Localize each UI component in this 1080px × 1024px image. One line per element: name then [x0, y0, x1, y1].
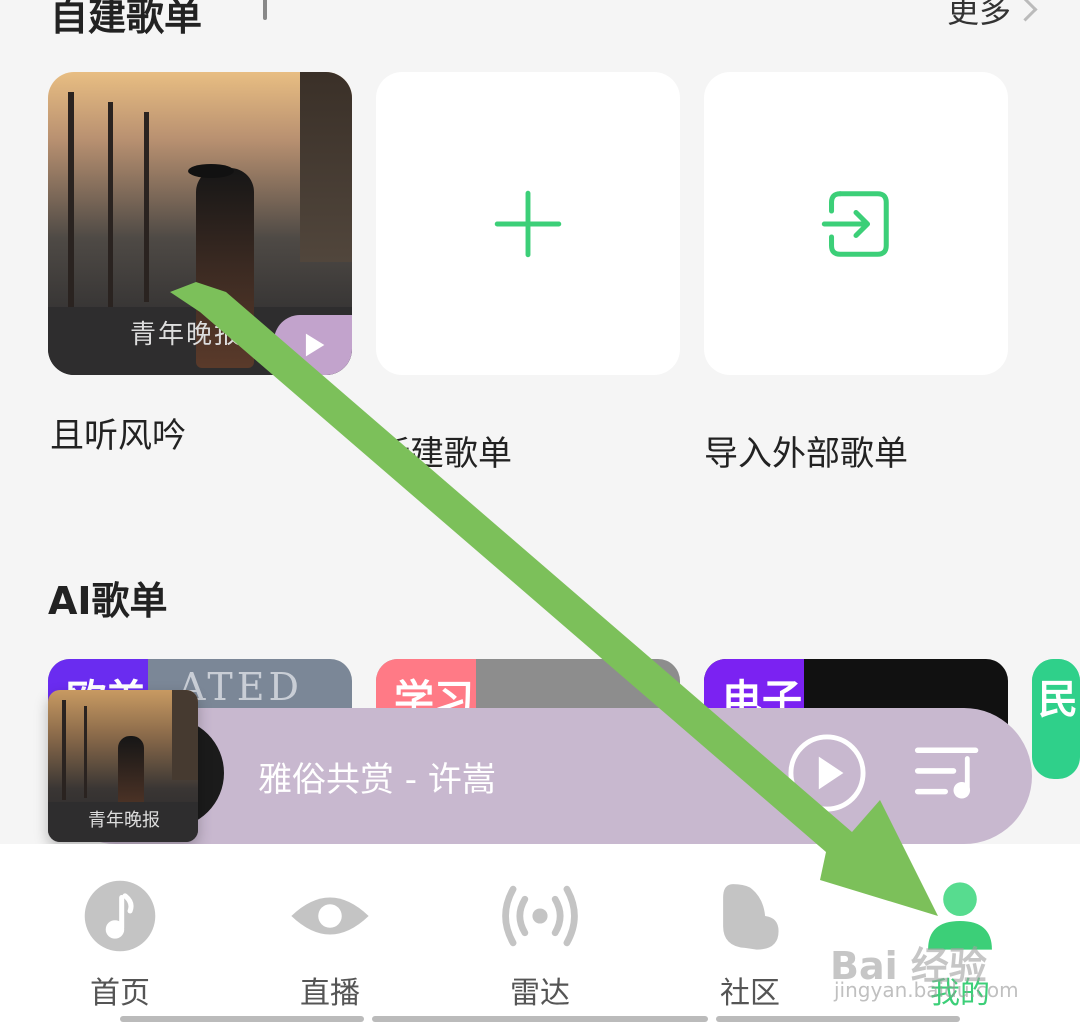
section-title-ai-playlists: AI歌单: [48, 579, 168, 623]
ai-card-tag: 民: [1032, 659, 1080, 729]
play-icon: [305, 333, 325, 357]
play-pause-button[interactable]: [786, 732, 868, 814]
radar-icon: [502, 885, 578, 947]
mini-player-cover[interactable]: 青年晚报: [48, 690, 198, 842]
cover-tree: [68, 92, 74, 312]
section-title-self-playlists: 自建歌单: [50, 0, 203, 39]
tab-label: 首页: [90, 976, 150, 1011]
tab-label: 社区: [720, 976, 780, 1011]
eye-icon: [291, 897, 369, 935]
tab-label: 雷达: [510, 976, 570, 1011]
plus-icon: [494, 190, 562, 258]
home-indicator: [716, 1016, 960, 1022]
watermark-url: jingyan.baidu.com: [834, 978, 1019, 1002]
cover-tree: [108, 102, 113, 312]
community-icon: [723, 884, 779, 950]
section-divider: [263, 0, 267, 20]
playlist-label: 且听风吟: [50, 416, 186, 456]
chevron-right-icon: [1013, 0, 1038, 22]
tab-label: 直播: [300, 976, 360, 1011]
cover-tower: [172, 690, 198, 780]
new-playlist-card[interactable]: [376, 72, 680, 375]
tab-community[interactable]: 社区: [690, 874, 810, 1012]
playlist-queue-icon[interactable]: [912, 742, 984, 804]
import-playlist-card[interactable]: [704, 72, 1008, 375]
home-indicator: [120, 1016, 364, 1022]
home-indicator: [372, 1016, 708, 1022]
cover-caption: 青年晚报: [130, 320, 243, 350]
play-button[interactable]: [274, 315, 352, 375]
tab-radar[interactable]: 雷达: [480, 874, 600, 1012]
playlist-label: 新建歌单: [376, 434, 512, 474]
cover-hat: [188, 164, 234, 178]
more-label: 更多: [946, 0, 1011, 30]
tab-home[interactable]: 首页: [60, 874, 180, 1012]
cover-tree: [62, 700, 66, 800]
cover-tree: [84, 706, 87, 798]
now-playing-title: 雅俗共赏 - 许嵩: [258, 760, 496, 800]
music-note-icon: [84, 880, 156, 952]
ai-playlist-card[interactable]: 民: [1032, 659, 1080, 779]
playlist-card-qietingfengyin[interactable]: 青年晚报: [48, 72, 352, 375]
cover-caption: 青年晚报: [88, 810, 160, 831]
cover-tower: [300, 72, 352, 262]
more-button[interactable]: 更多: [946, 0, 1038, 32]
cover-tree: [144, 112, 149, 302]
tab-live[interactable]: 直播: [270, 874, 390, 1012]
playlist-label: 导入外部歌单: [704, 434, 908, 474]
import-icon: [821, 191, 889, 257]
